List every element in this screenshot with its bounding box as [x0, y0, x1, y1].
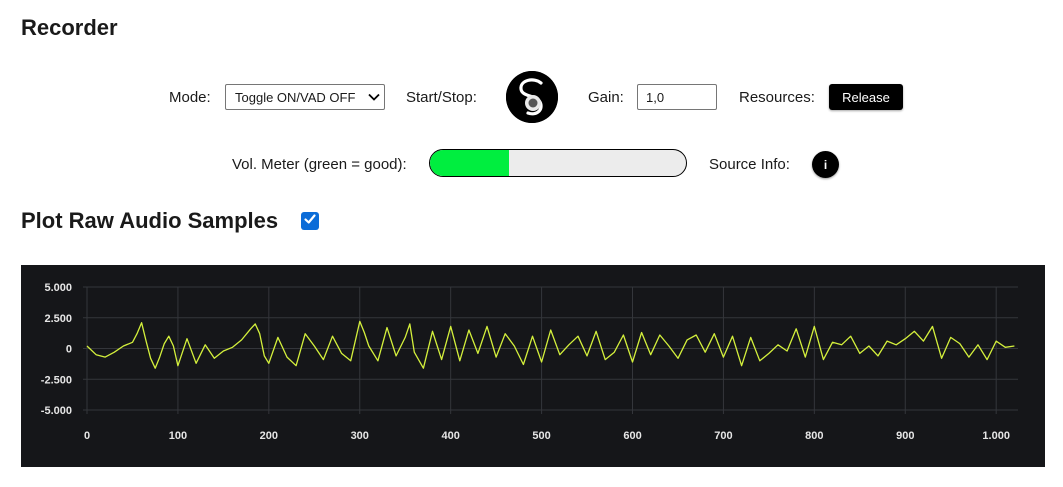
- x-tick-label: 800: [805, 430, 823, 442]
- start-stop-button[interactable]: [506, 71, 558, 123]
- x-tick-label: 300: [351, 430, 369, 442]
- x-tick-label: 1.000: [982, 430, 1010, 442]
- gain-input[interactable]: 1,0: [637, 84, 717, 110]
- gain-label: Gain:: [588, 89, 624, 106]
- chevron-down-icon: [364, 84, 384, 110]
- y-tick-label: 0: [66, 344, 72, 356]
- y-tick-label: -2.500: [41, 374, 72, 386]
- volume-meter: [429, 149, 687, 177]
- mode-select[interactable]: Toggle ON/VAD OFF: [225, 84, 385, 110]
- x-tick-label: 600: [623, 430, 641, 442]
- audio-samples-chart-svg: 0 100 200 300 400 500 600 700 800 900 1.000 5.000 2.…: [41, 282, 1018, 442]
- gain-input-value: 1,0: [646, 89, 665, 105]
- info-icon: i: [823, 157, 828, 172]
- recorder-logo-icon: [506, 71, 558, 127]
- x-tick-label: 100: [169, 430, 187, 442]
- x-tick-label: 0: [84, 430, 90, 442]
- plot-raw-audio-checkbox[interactable]: [301, 212, 319, 230]
- resources-label: Resources:: [739, 89, 815, 106]
- x-tick-label: 500: [532, 430, 550, 442]
- audio-samples-chart: 0 100 200 300 400 500 600 700 800 900 1.000 5.000 2.…: [21, 265, 1045, 467]
- x-tick-label: 400: [441, 430, 459, 442]
- source-info-button[interactable]: i: [812, 151, 839, 178]
- recorder-page: Recorder Mode: Toggle ON/VAD OFF Start/S…: [0, 0, 1063, 487]
- checkmark-icon: [303, 212, 317, 231]
- y-tick-label: 5.000: [44, 282, 72, 294]
- audio-sample-series-line: [86, 320, 1015, 369]
- x-tick-label: 700: [714, 430, 732, 442]
- vol-meter-label: Vol. Meter (green = good):: [232, 156, 407, 173]
- mode-select-value: Toggle ON/VAD OFF: [235, 89, 356, 105]
- startstop-label: Start/Stop:: [406, 89, 477, 106]
- release-button-label: Release: [842, 89, 890, 105]
- volume-meter-fill: [430, 150, 510, 176]
- x-tick-label: 200: [260, 430, 278, 442]
- y-tick-label: -5.000: [41, 405, 72, 417]
- x-tick-label: 900: [896, 430, 914, 442]
- source-info-label: Source Info:: [709, 156, 790, 173]
- plot-title: Plot Raw Audio Samples: [21, 208, 279, 233]
- y-tick-label: 2.500: [44, 313, 72, 325]
- recorder-title: Recorder: [21, 15, 118, 40]
- release-button[interactable]: Release: [829, 84, 903, 110]
- mode-label: Mode:: [169, 89, 211, 106]
